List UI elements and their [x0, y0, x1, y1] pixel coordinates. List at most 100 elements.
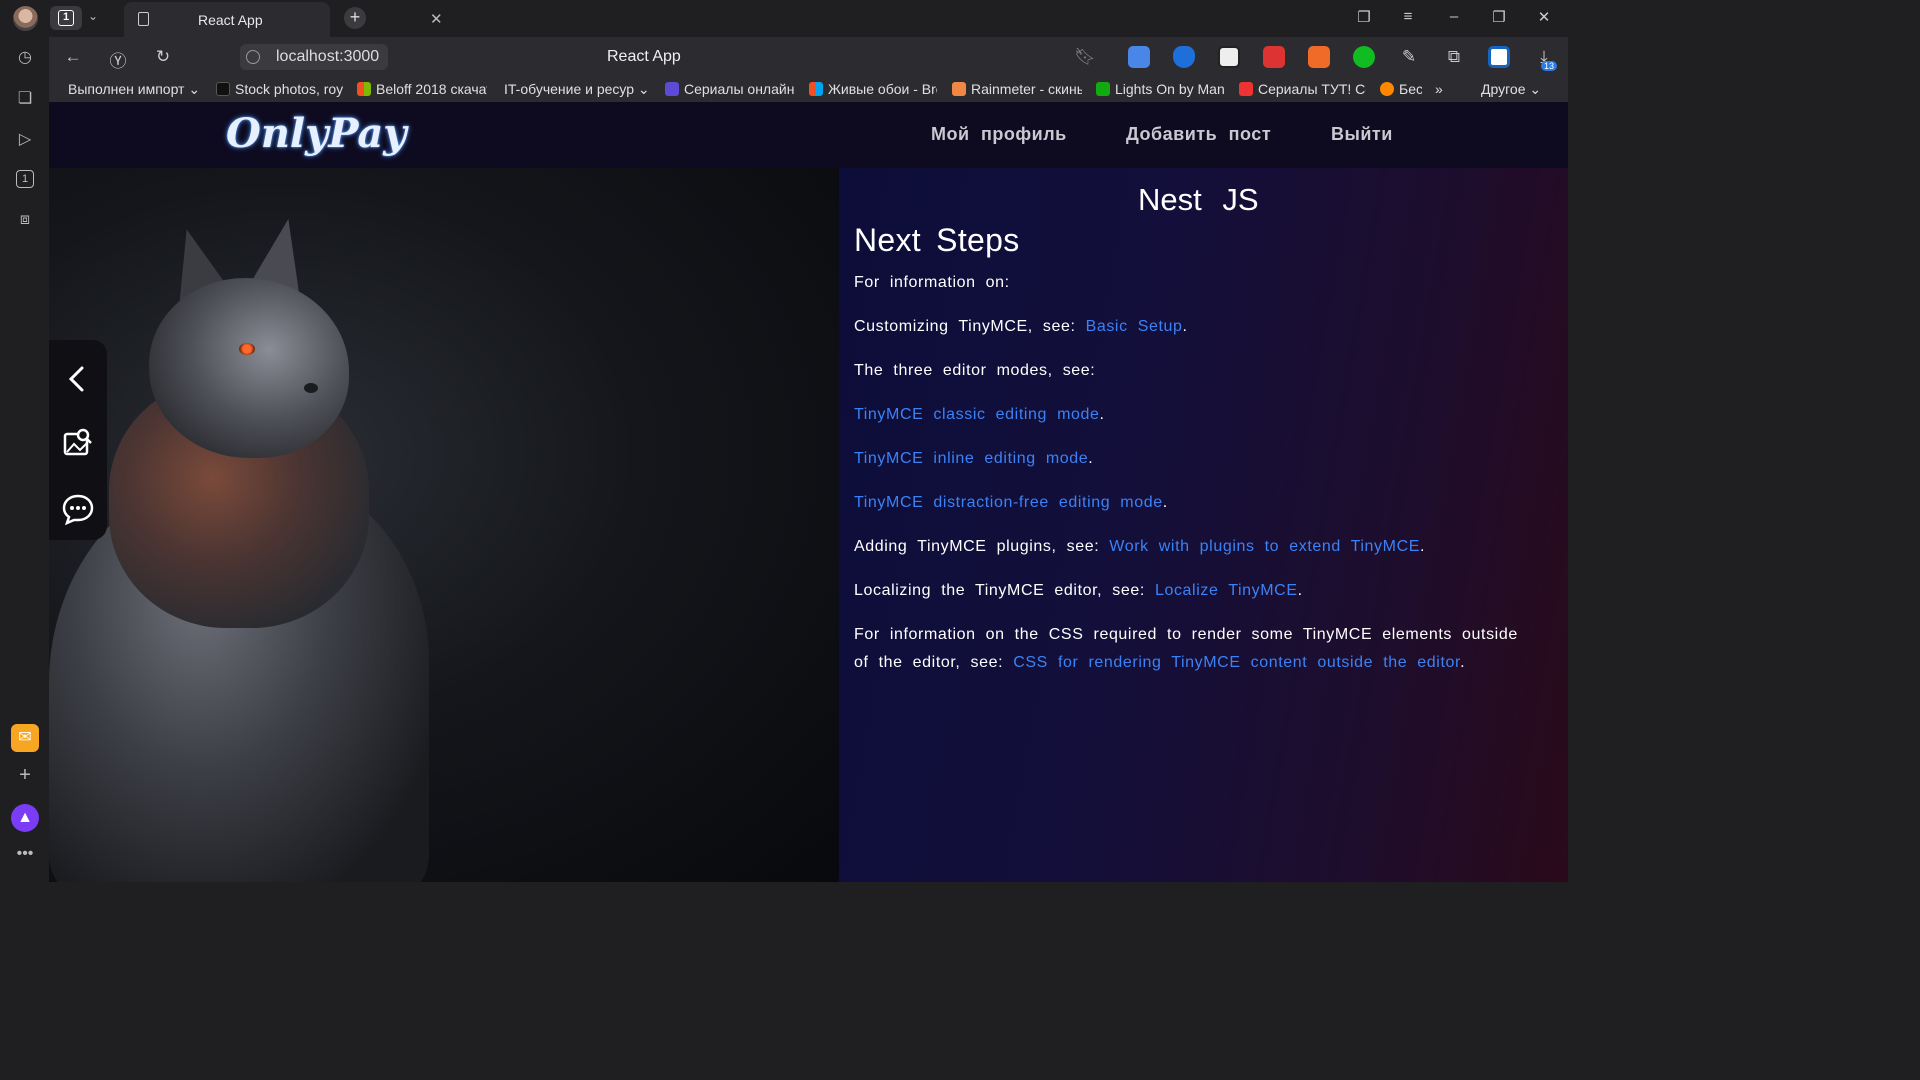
inline-mode-link[interactable]: TinyMCE inline editing mode [854, 450, 1088, 467]
tab-title: React App [198, 12, 263, 28]
downloads-badge: 13 [1541, 61, 1558, 71]
inline-mode-paragraph: TinyMCE inline editing mode. [854, 445, 1524, 473]
nav-logout[interactable]: Выйти [1331, 124, 1393, 145]
chat-icon[interactable] [61, 492, 95, 526]
puzzle-extension-icon[interactable] [1263, 46, 1285, 68]
bookmarks-overflow-icon[interactable]: » [1435, 81, 1443, 97]
bookmark-label: Lights On by Manu [1115, 81, 1224, 97]
dictionary-extension-icon[interactable] [1308, 46, 1330, 68]
new-tab-button[interactable]: + [344, 7, 366, 29]
nav-my-profile[interactable]: Мой профиль [931, 124, 1067, 145]
bookmark-lights-on[interactable]: Lights On by Manu [1096, 81, 1224, 97]
bookmark-icon[interactable]: 🔖︎ [1074, 47, 1096, 67]
intro-text: For information on: [854, 274, 1010, 291]
back-icon[interactable]: ← [62, 47, 84, 67]
eyedropper-icon[interactable]: ✎ [1398, 47, 1420, 67]
bookmark-label: Beloff 2018 скачат [376, 81, 487, 97]
bookmark-folder-other[interactable]: Другое ⌄ [1481, 81, 1541, 98]
target-extension-icon[interactable] [1353, 46, 1375, 68]
bookmark-stock-photos[interactable]: Stock photos, roya [216, 81, 343, 97]
collections-icon[interactable]: ❐ [1354, 8, 1374, 26]
site-info-icon[interactable] [246, 50, 260, 64]
bookmark-favicon [1239, 82, 1253, 96]
bookmark-label: Живые обои - Bre [828, 81, 937, 97]
profile-avatar[interactable] [13, 6, 38, 31]
word-extension-icon[interactable] [1488, 46, 1510, 68]
alice-assistant-icon[interactable]: ▲ [11, 804, 39, 832]
period: . [1420, 538, 1426, 555]
period: . [1182, 318, 1188, 335]
translate-extension-icon[interactable] [1128, 46, 1150, 68]
floating-toolbar [49, 340, 107, 540]
post-image [49, 168, 839, 882]
site-logo[interactable]: OnlyPay [226, 110, 407, 157]
bookmark-folder-imported[interactable]: Выполнен импорт ⌄ [68, 81, 198, 98]
play-icon[interactable]: ▷ [14, 129, 36, 151]
bookmark-label: Выполнен импорт [68, 81, 185, 97]
localize-link[interactable]: Localize TinyMCE [1155, 582, 1298, 599]
url-text: localhost:3000 [276, 48, 380, 65]
reload-icon[interactable]: ↻ [152, 47, 174, 67]
yandex-icon[interactable]: Ⓨ [107, 47, 129, 72]
bookmark-folder-it[interactable]: IT-обучение и ресур ⌄ [504, 81, 649, 98]
cat-nose [304, 383, 318, 393]
classic-mode-paragraph: TinyMCE classic editing mode. [854, 401, 1524, 429]
tab-count: 1 [58, 10, 74, 26]
url-field[interactable]: localhost:3000 [240, 44, 388, 70]
bookmark-bes[interactable]: Бес [1380, 81, 1422, 97]
tab-close-icon[interactable]: ✕ [430, 10, 443, 28]
localize-paragraph: Localizing the TinyMCE editor, see: Loca… [854, 577, 1524, 605]
active-tab[interactable]: React App ✕ [124, 2, 443, 37]
cat-head [149, 278, 349, 458]
period: . [1297, 582, 1303, 599]
period: . [1099, 406, 1105, 423]
more-icon[interactable]: ••• [14, 845, 36, 867]
image-search-icon[interactable] [61, 426, 95, 460]
restore-icon[interactable]: ❐ [1489, 8, 1509, 26]
minimize-icon[interactable]: – [1444, 8, 1464, 25]
close-window-icon[interactable]: ✕ [1534, 8, 1554, 26]
distraction-free-link[interactable]: TinyMCE distraction-free editing mode [854, 494, 1163, 511]
bookmark-beloff[interactable]: Beloff 2018 скачат [357, 81, 487, 97]
distraction-free-paragraph: TinyMCE distraction-free editing mode. [854, 489, 1524, 517]
back-chevron-icon[interactable] [61, 362, 95, 396]
paragraph-text: Adding TinyMCE plugins, see: [854, 538, 1110, 555]
bookmark-label: Rainmeter - скины [971, 81, 1082, 97]
post-content: Nest JS Next Steps For information on: C… [839, 168, 1568, 882]
bookmark-label: Бес [1399, 81, 1422, 97]
collections-sidebar-icon[interactable]: ❏ [14, 88, 36, 110]
address-bar: ← Ⓨ ↻ localhost:3000 React App 🔖︎ ✎ ⧉ ⤓ … [49, 37, 1568, 78]
mail-icon[interactable]: ✉ [11, 724, 39, 752]
section-heading: Next Steps [854, 222, 1020, 258]
shield-extension-icon[interactable] [1173, 46, 1195, 68]
classic-mode-link[interactable]: TinyMCE classic editing mode [854, 406, 1100, 423]
tab-counter-button[interactable]: 1 [50, 6, 82, 30]
bookmark-favicon [809, 82, 823, 96]
bookmark-rainmeter[interactable]: Rainmeter - скины [952, 81, 1082, 97]
css-paragraph: For information on the CSS required to r… [854, 621, 1534, 677]
plugins-paragraph: Adding TinyMCE plugins, see: Work with p… [854, 533, 1524, 561]
nav-add-post[interactable]: Добавить пост [1126, 124, 1271, 145]
customizing-paragraph: Customizing TinyMCE, see: Basic Setup. [854, 313, 1524, 341]
plugins-link[interactable]: Work with plugins to extend TinyMCE [1109, 538, 1420, 555]
bookmark-serials-online[interactable]: Сериалы онлайн [665, 81, 795, 97]
bookmark-label: Stock photos, roya [235, 81, 343, 97]
bookmark-label: Сериалы онлайн [684, 81, 795, 97]
paragraph-text: Customizing TinyMCE, see: [854, 318, 1086, 335]
add-panel-icon[interactable]: + [14, 764, 36, 786]
bookmark-label: IT-обучение и ресур [504, 81, 635, 97]
history-icon[interactable]: ◷ [14, 47, 36, 69]
menu-icon[interactable]: ≡ [1398, 8, 1418, 25]
bookmark-serials-tut[interactable]: Сериалы ТУТ! Сер [1239, 81, 1366, 97]
css-link[interactable]: CSS for rendering TinyMCE content outsid… [1013, 654, 1460, 671]
glasses-extension-icon[interactable] [1218, 46, 1240, 68]
extensions-icon[interactable]: ⧉ [1443, 47, 1465, 67]
bookmark-favicon [216, 82, 230, 96]
document-icon [138, 12, 149, 26]
bookmark-live-wallpapers[interactable]: Живые обои - Bre [809, 81, 937, 97]
screenshot-icon[interactable]: ⧈ [14, 211, 36, 233]
tabs-dropdown-icon[interactable]: ⌄ [88, 9, 98, 23]
basic-setup-link[interactable]: Basic Setup [1086, 318, 1183, 335]
period: . [1162, 494, 1168, 511]
tabs-count-icon[interactable]: 1 [16, 170, 34, 188]
